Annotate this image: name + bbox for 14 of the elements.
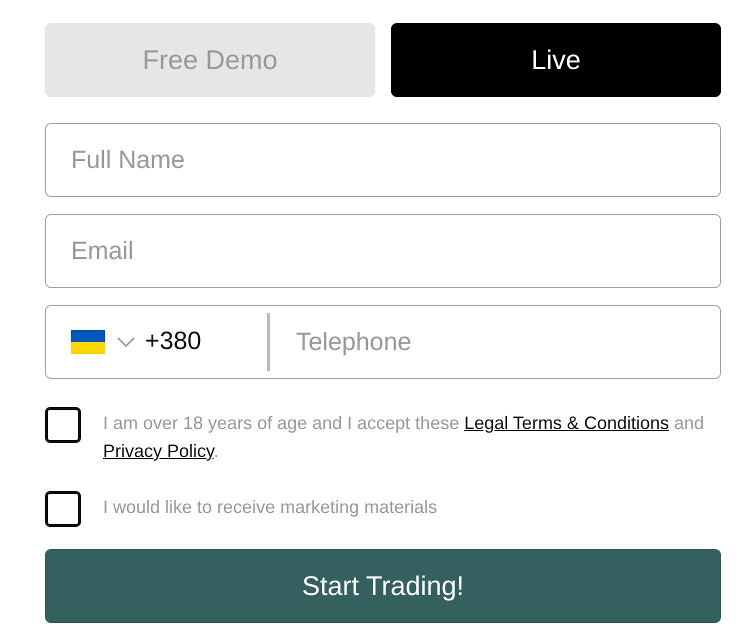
consent-text: I am over 18 years of age and I accept these Legal Terms & Conditions and Privacy Policy. xyxy=(103,412,706,463)
link[interactable]: Legal Terms & Conditions xyxy=(464,413,669,433)
start-trading-button[interactable]: Start Trading! xyxy=(45,549,721,623)
checkbox[interactable] xyxy=(45,491,81,527)
flag-icon xyxy=(71,330,105,354)
checkbox[interactable] xyxy=(45,407,81,443)
chevron-down-icon[interactable] xyxy=(117,337,135,347)
input-field[interactable]: Full Name xyxy=(45,123,721,197)
telephone-field[interactable]: +380 Telephone xyxy=(45,305,721,379)
tab[interactable]: Live xyxy=(391,23,721,97)
input-field[interactable]: Email xyxy=(45,214,721,288)
dial-code[interactable]: +380 xyxy=(145,323,267,361)
link[interactable]: Privacy Policy xyxy=(103,441,214,461)
consent-text: I would like to receive marketing materials xyxy=(103,496,438,519)
